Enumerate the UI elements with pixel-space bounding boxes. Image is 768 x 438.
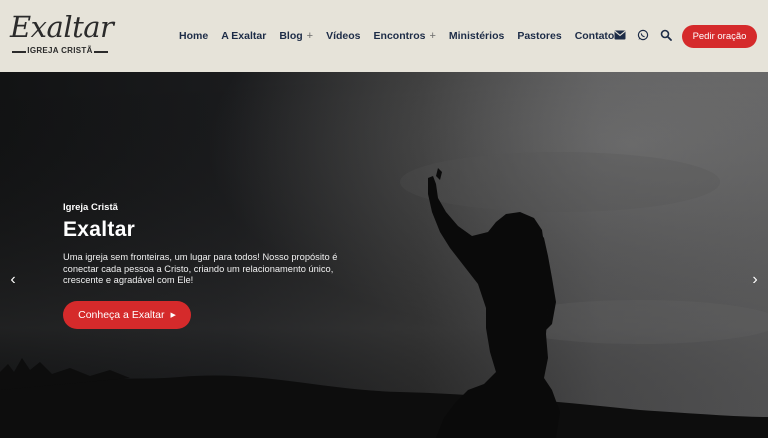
nav-label: Blog — [279, 30, 303, 42]
logo-script: Exaltar — [10, 10, 114, 44]
plus-icon: + — [306, 30, 314, 42]
hero-eyebrow: Igreja Cristã — [63, 202, 118, 213]
nav-label: Pastores — [517, 30, 562, 42]
conheca-exaltar-button[interactable]: Conheça a Exaltar ▶ — [63, 301, 191, 329]
nav-item-blog[interactable]: Blog + — [279, 30, 313, 42]
nav-label: Vídeos — [326, 30, 361, 42]
nav-label: A Exaltar — [221, 30, 267, 42]
slider-next-arrow[interactable]: › — [748, 270, 762, 290]
whatsapp-icon[interactable] — [636, 28, 650, 42]
nav-label: Ministérios — [448, 30, 505, 42]
search-icon[interactable] — [659, 28, 673, 42]
nav-item-pastores[interactable]: Pastores — [517, 30, 561, 42]
nav-item-encontros[interactable]: Encontros + — [374, 30, 436, 42]
nav-item-videos[interactable]: Vídeos — [326, 30, 360, 42]
hero-description: Uma igreja sem fronteiras, um lugar para… — [63, 252, 338, 285]
hero-title: Exaltar — [63, 218, 136, 241]
nav-item-a-exaltar[interactable]: A Exaltar — [221, 30, 266, 42]
site-header: Exaltar IGREJA CRISTÃ Home A Exaltar Blo… — [0, 0, 768, 72]
plus-icon: + — [429, 30, 436, 42]
nav-item-home[interactable]: Home — [179, 30, 208, 42]
nav-label: Home — [179, 30, 209, 42]
pedir-oracao-button[interactable]: Pedir oração — [682, 25, 757, 48]
nav-label: Encontros — [373, 30, 426, 42]
main-nav: Home A Exaltar Blog + Vídeos Encontros + M… — [179, 0, 633, 72]
caret-right-icon: ▶ — [170, 312, 176, 319]
slider-prev-arrow[interactable]: ‹ — [6, 270, 20, 290]
header-icons — [613, 28, 682, 42]
logo[interactable]: Exaltar IGREJA CRISTÃ — [10, 10, 120, 60]
logo-subtitle: IGREJA CRISTÃ — [10, 46, 110, 55]
cta-label: Conheça a Exaltar — [78, 309, 165, 321]
nav-item-ministerios[interactable]: Ministérios — [449, 30, 504, 42]
hero-banner: Igreja Cristã Exaltar Uma igreja sem fro… — [0, 72, 768, 438]
envelope-icon[interactable] — [613, 28, 627, 42]
